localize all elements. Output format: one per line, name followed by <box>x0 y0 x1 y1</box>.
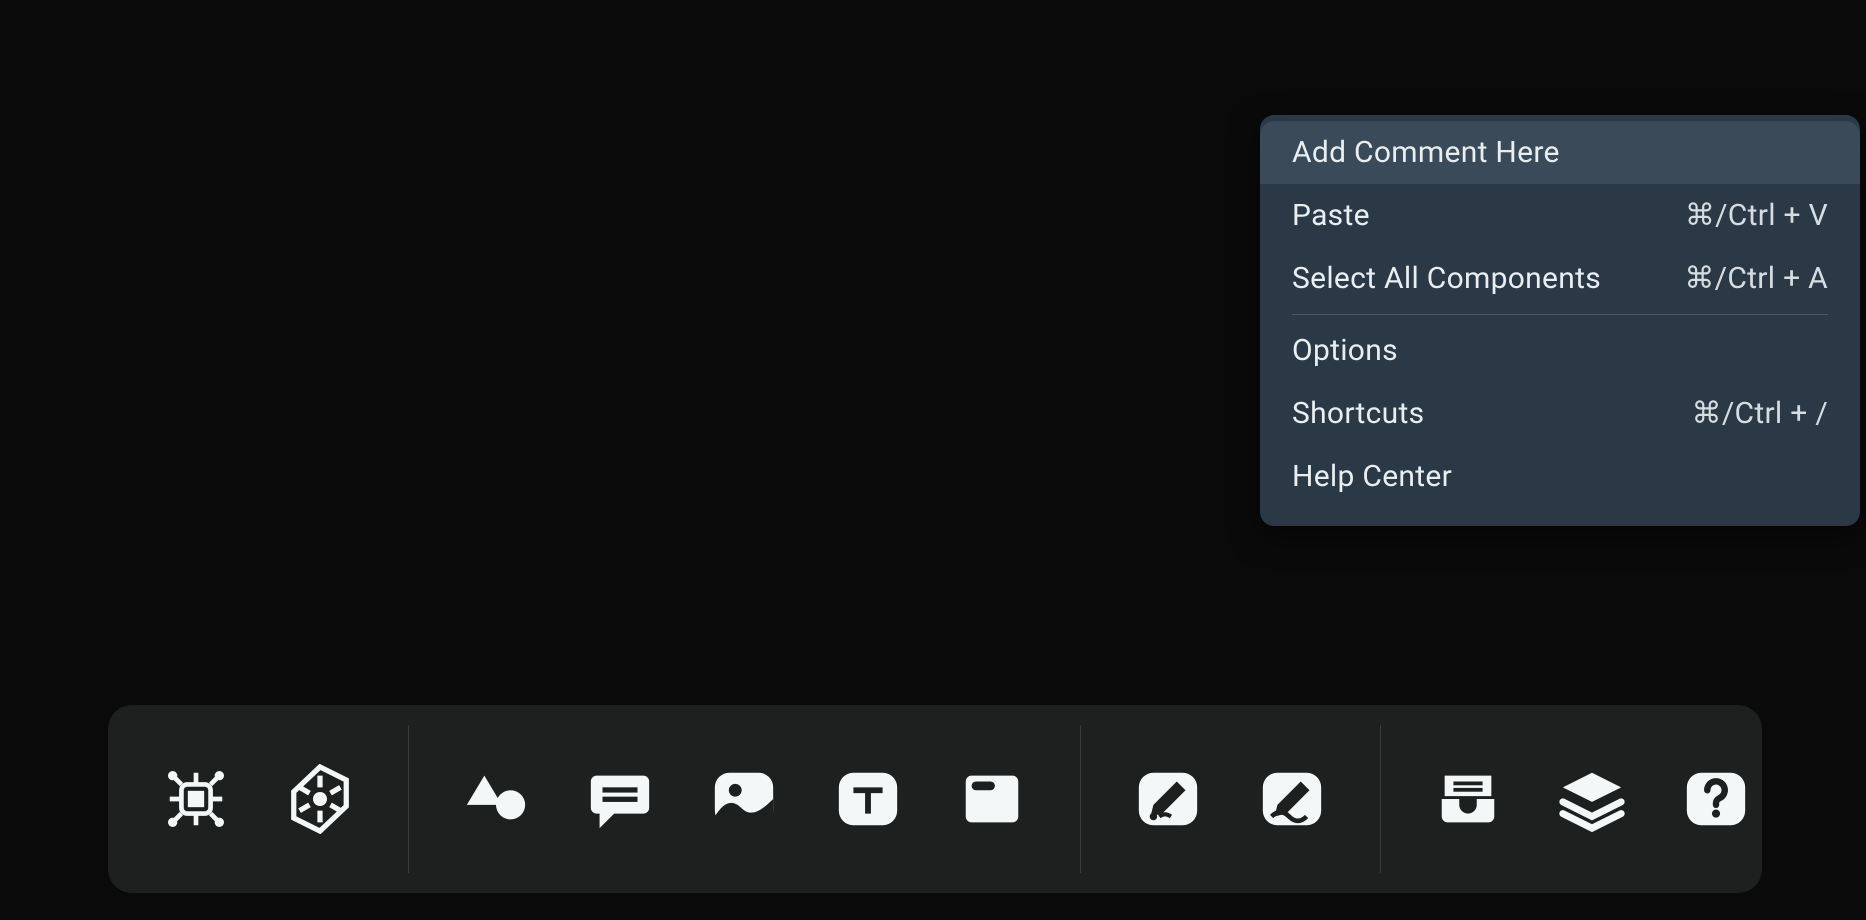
menu-item-label: Select All Components <box>1292 261 1601 296</box>
tool-card[interactable] <box>956 763 1028 835</box>
tool-group-3 <box>1080 705 1380 893</box>
tool-pencil-square[interactable] <box>1132 763 1204 835</box>
menu-item-shortcut: ⌘/Ctrl + V <box>1685 198 1828 233</box>
menu-item-select-all[interactable]: Select All Components ⌘/Ctrl + A <box>1260 247 1860 310</box>
menu-item-paste[interactable]: Paste ⌘/Ctrl + V <box>1260 184 1860 247</box>
comment-icon <box>585 764 655 834</box>
menu-item-label: Options <box>1292 333 1398 368</box>
inbox-icon <box>1433 764 1503 834</box>
card-icon <box>957 764 1027 834</box>
menu-item-add-comment[interactable]: Add Comment Here <box>1260 121 1860 184</box>
bottom-toolbar <box>108 705 1762 893</box>
context-menu: Add Comment Here Paste ⌘/Ctrl + V Select… <box>1260 115 1860 526</box>
freehand-icon <box>1257 764 1327 834</box>
menu-item-shortcuts[interactable]: Shortcuts ⌘/Ctrl + / <box>1260 382 1860 445</box>
menu-item-label: Help Center <box>1292 459 1452 494</box>
helm-icon <box>285 764 355 834</box>
tool-chip[interactable] <box>160 763 232 835</box>
tool-group-4 <box>1380 705 1804 893</box>
tool-text[interactable] <box>832 763 904 835</box>
menu-item-label: Add Comment Here <box>1292 135 1560 170</box>
menu-item-label: Paste <box>1292 198 1370 233</box>
menu-item-shortcut: ⌘/Ctrl + A <box>1684 261 1828 296</box>
text-icon <box>833 764 903 834</box>
menu-divider <box>1292 314 1828 315</box>
image-icon <box>709 764 779 834</box>
tool-image[interactable] <box>708 763 780 835</box>
tool-help[interactable] <box>1680 763 1752 835</box>
tool-inbox[interactable] <box>1432 763 1504 835</box>
menu-item-label: Shortcuts <box>1292 396 1424 431</box>
menu-item-options[interactable]: Options <box>1260 319 1860 382</box>
tool-group-2 <box>408 705 1080 893</box>
shapes-icon <box>461 764 531 834</box>
tool-layers[interactable] <box>1556 763 1628 835</box>
pencil-square-icon <box>1133 764 1203 834</box>
menu-item-shortcut: ⌘/Ctrl + / <box>1692 396 1828 431</box>
help-icon <box>1681 764 1751 834</box>
tool-comment[interactable] <box>584 763 656 835</box>
tool-shapes[interactable] <box>460 763 532 835</box>
tool-freehand[interactable] <box>1256 763 1328 835</box>
tool-helm[interactable] <box>284 763 356 835</box>
layers-icon <box>1557 764 1627 834</box>
menu-item-help-center[interactable]: Help Center <box>1260 445 1860 508</box>
tool-group-1 <box>108 705 408 893</box>
chip-icon <box>161 764 231 834</box>
